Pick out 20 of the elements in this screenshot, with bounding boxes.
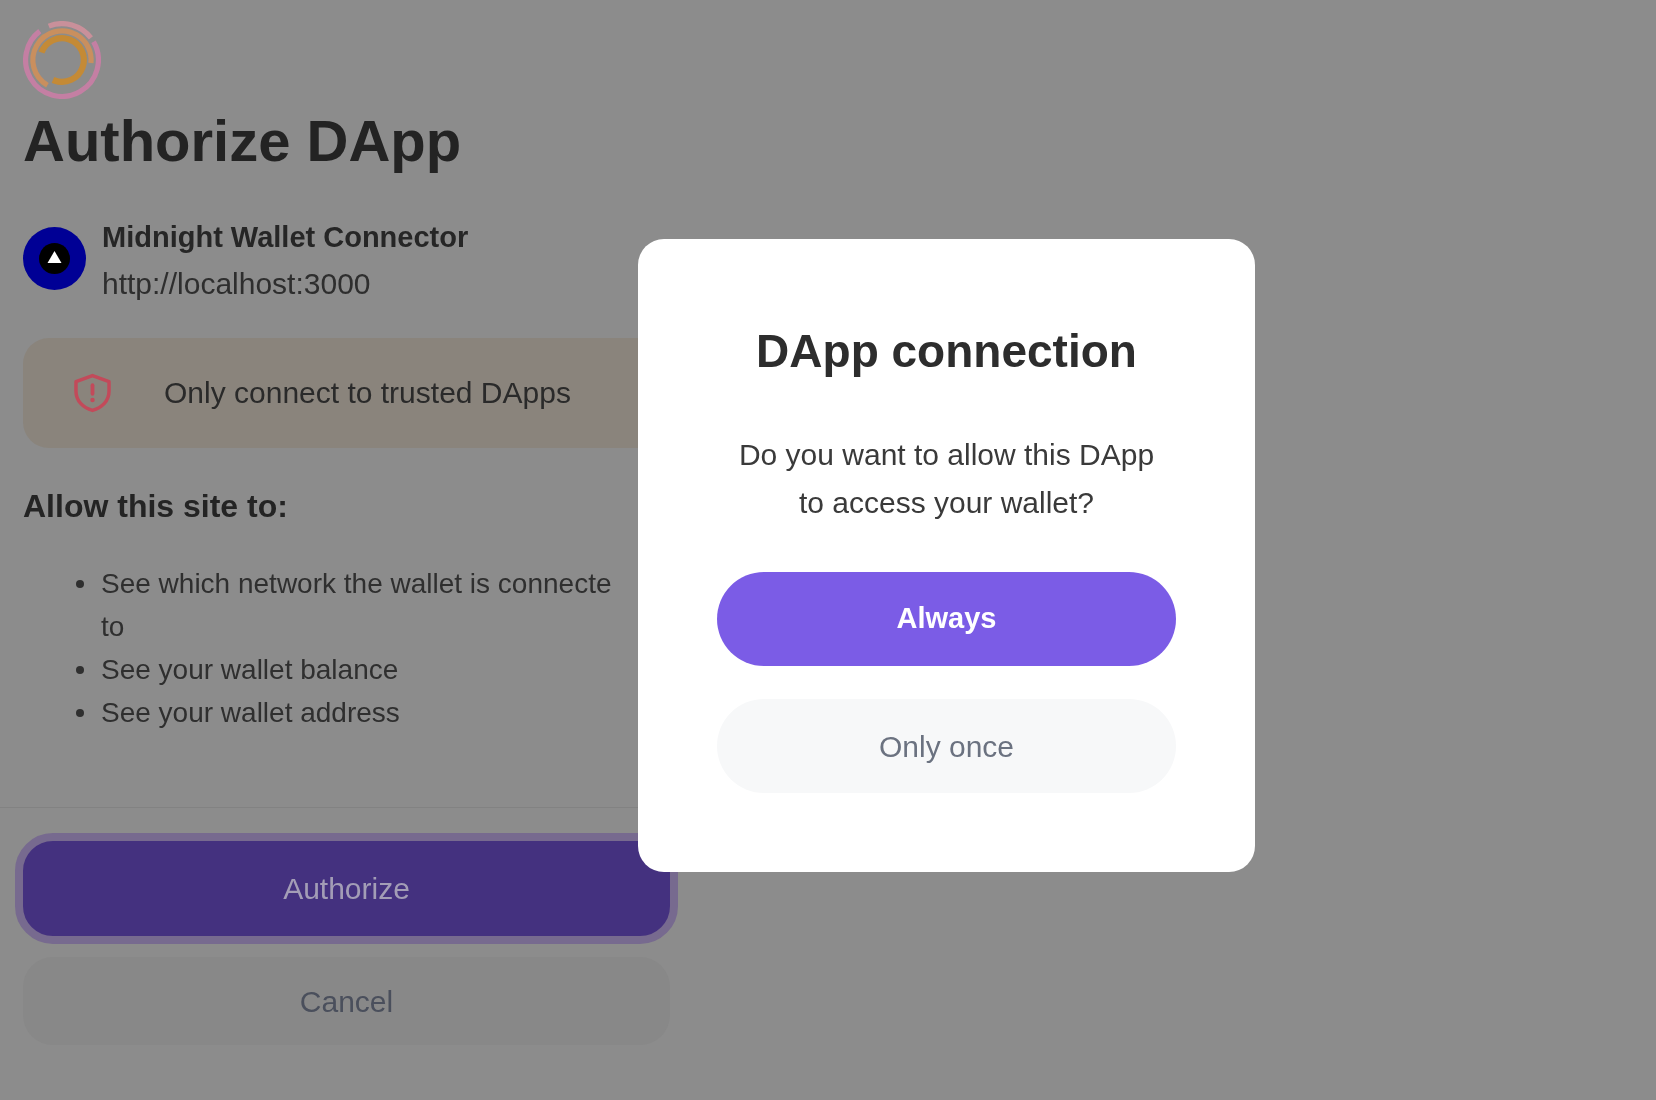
permission-text: See your wallet balance: [101, 653, 399, 687]
shield-alert-icon: [72, 373, 113, 413]
permission-text: See which network the wallet is connecte to: [101, 567, 612, 644]
bullet-icon: [76, 666, 84, 674]
dialog-button[interactable]: Only once: [717, 699, 1176, 793]
dapp-url: http://localhost:3000: [102, 266, 371, 302]
bullet-icon: [76, 580, 84, 588]
dialog-title: DApp connection: [756, 325, 1137, 378]
permission-text: See your wallet address: [101, 696, 400, 730]
swirl-logo-icon: [23, 21, 101, 99]
dialog-button[interactable]: Always: [717, 572, 1176, 666]
dialog-message: Do you want to allow this DApp to access your wallet?: [737, 437, 1156, 521]
permissions-heading: Allow this site to:: [23, 487, 288, 526]
bullet-icon: [76, 709, 84, 717]
triangle-avatar-icon: [23, 227, 86, 290]
action-button[interactable]: Cancel: [23, 957, 670, 1045]
dapp-name: Midnight Wallet Connector: [102, 220, 469, 255]
warning-text: Only connect to trusted DApps: [164, 375, 571, 411]
page-title: Authorize DApp: [23, 107, 462, 175]
action-button[interactable]: Authorize: [15, 833, 678, 944]
